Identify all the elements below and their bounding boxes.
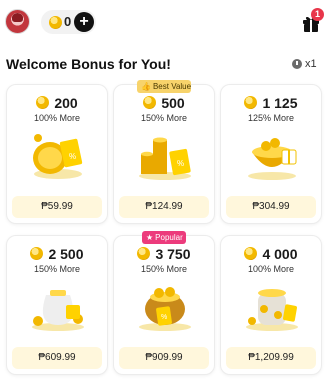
popular-label: Popular — [155, 233, 183, 242]
coin-balance-pill[interactable]: 0 + — [41, 10, 96, 34]
coin-sack-image — [32, 290, 84, 331]
offer-amount: 200 — [54, 94, 78, 111]
offer-amount: 500 — [161, 94, 185, 111]
offer-amount: 1 125 — [262, 94, 298, 111]
offer-price-button[interactable]: ₱1,209.99 — [226, 347, 316, 369]
offer-price-button[interactable]: ₱909.99 — [119, 347, 209, 369]
offer-amount: 2 500 — [48, 245, 84, 262]
offer-amount: 3 750 — [155, 245, 191, 262]
clock-icon — [292, 59, 302, 69]
coin-icon — [244, 247, 258, 261]
svg-text:%: % — [161, 314, 167, 321]
avatar[interactable] — [5, 9, 30, 34]
coin-jar-image — [246, 289, 298, 331]
offer-price-button[interactable]: ₱609.99 — [12, 347, 102, 369]
coin-icon — [30, 247, 44, 261]
offer-card-500[interactable]: 500 150% More % ₱124.99 — [113, 84, 215, 224]
offer-bonus: 150% More — [140, 113, 188, 123]
offer-bonus: 150% More — [33, 264, 81, 274]
coin-icon — [137, 247, 151, 261]
page-title: Welcome Bonus for You! — [6, 56, 171, 72]
coin-stacks-image: % — [139, 137, 191, 180]
best-value-label: Best Value — [152, 82, 192, 91]
coin-icon — [36, 96, 50, 110]
coin-balance: 0 — [64, 14, 72, 29]
svg-text:%: % — [69, 152, 76, 161]
offer-bonus: 150% More — [140, 264, 188, 274]
coin-icon — [49, 16, 62, 29]
offer-bonus: 100% More — [247, 264, 295, 274]
offer-card-2500[interactable]: 2 500 150% More ₱609.99 — [6, 235, 108, 375]
multiplier-label: x1 — [305, 58, 317, 70]
top-bar: 0 + 1 — [0, 0, 326, 44]
add-coins-button[interactable]: + — [74, 12, 94, 32]
offer-price-button[interactable]: ₱124.99 — [119, 196, 209, 218]
best-value-ribbon: 👍 Best Value — [137, 80, 191, 93]
offer-card-3750[interactable]: 3 750 150% More % ₱909.99 — [113, 235, 215, 375]
star-icon: ★ — [146, 233, 154, 242]
popular-ribbon: ★ Popular — [142, 231, 186, 244]
offer-price-button[interactable]: ₱59.99 — [12, 196, 102, 218]
thumbs-up-icon: 👍 — [141, 82, 151, 91]
offer-bonus: 125% More — [247, 113, 295, 123]
offer-card-1125[interactable]: 1 125 125% More ₱304.99 — [220, 84, 322, 224]
notification-badge: 1 — [311, 8, 324, 21]
coin-icon — [143, 96, 157, 110]
coin-bowl-image — [248, 138, 297, 180]
offer-card-4000[interactable]: 4 000 100% More ₱1,209.99 — [220, 235, 322, 375]
svg-text:%: % — [177, 159, 184, 168]
coin-icon — [244, 96, 258, 110]
coin-pot-image: % — [139, 287, 191, 331]
coin-pile-image: % — [33, 134, 83, 179]
offer-card-200[interactable]: 200 100% More % ₱59.99 — [6, 84, 108, 224]
offer-price-button[interactable]: ₱304.99 — [226, 196, 316, 218]
offer-amount: 4 000 — [262, 245, 298, 262]
offer-bonus: 100% More — [33, 113, 81, 123]
